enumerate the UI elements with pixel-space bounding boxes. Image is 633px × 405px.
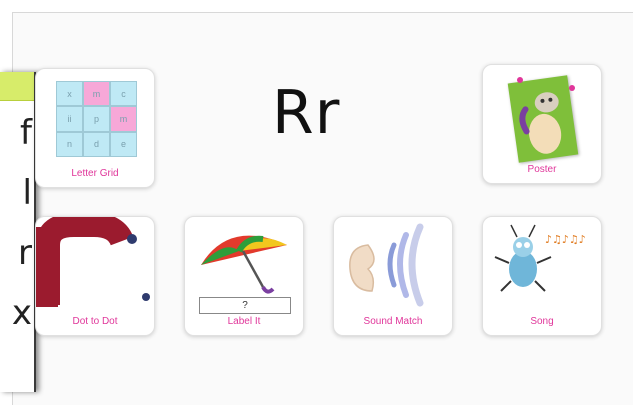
tile-label: Poster xyxy=(527,164,557,175)
dot-to-dot-icon xyxy=(36,217,150,307)
tile-label: Letter Grid xyxy=(71,168,119,179)
letter-grid-icon: x m c ii p m n d e xyxy=(56,81,137,157)
tile-label: Song xyxy=(530,316,554,327)
tile-label: Label It xyxy=(227,316,261,327)
letter-grid-tile[interactable]: x m c ii p m n d e Letter Grid xyxy=(35,68,155,188)
side-letter: f xyxy=(20,113,32,153)
sound-match-tile[interactable]: Sound Match xyxy=(333,216,453,336)
ear-icon xyxy=(349,223,424,307)
grid-cell: c xyxy=(110,81,137,107)
side-letter: l xyxy=(22,173,32,213)
grid-cell: n xyxy=(56,131,83,157)
tile-label: Dot to Dot xyxy=(72,316,118,327)
panel-header-strip xyxy=(0,72,34,101)
grid-cell: e xyxy=(110,131,137,157)
bug-singer-icon: ♪♫♪♫♪ xyxy=(494,224,586,292)
side-letter-panel: f l r x xyxy=(0,72,36,392)
svg-text:♪♫♪♫♪: ♪♫♪♫♪ xyxy=(545,233,586,246)
grid-cell: m xyxy=(110,106,137,132)
umbrella-icon xyxy=(201,235,287,294)
song-tile[interactable]: ♪♫♪♫♪ Song xyxy=(482,216,602,336)
grid-cell: d xyxy=(83,131,110,157)
grid-cell: m xyxy=(83,81,110,107)
side-letter: r xyxy=(18,233,32,273)
poster-tile[interactable]: Poster xyxy=(482,64,602,184)
grid-cell: ii xyxy=(56,106,83,132)
grid-cell: p xyxy=(83,106,110,132)
page-title: Rr xyxy=(272,78,341,148)
tile-label: Sound Match xyxy=(363,316,423,327)
label-it-tile[interactable]: ? Label It xyxy=(184,216,304,336)
grid-cell: x xyxy=(56,81,83,107)
dot-to-dot-tile[interactable]: Dot to Dot xyxy=(35,216,155,336)
side-letter: x xyxy=(11,293,32,333)
answer-box[interactable]: ? xyxy=(199,297,291,314)
